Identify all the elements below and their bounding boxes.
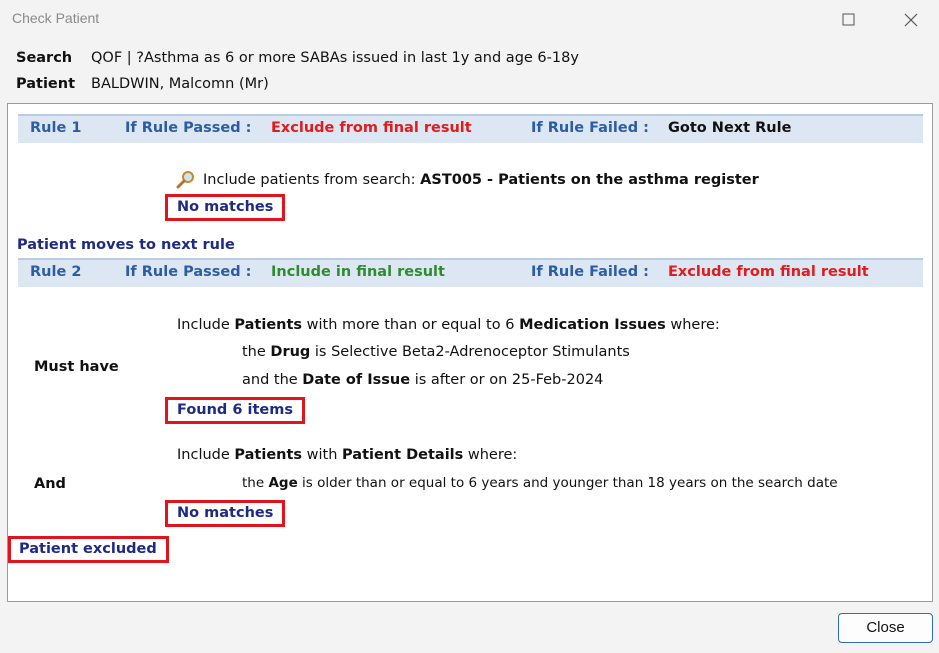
rule-1-header: Rule 1 If Rule Passed : Exclude from fin… <box>18 114 923 143</box>
rule-1-include-search: AST005 - Patients on the asthma register <box>420 172 759 188</box>
criterion-2-c1-field: Age <box>268 475 298 491</box>
rule-1-result: No matches <box>165 194 286 221</box>
window-title: Check Patient <box>12 10 100 26</box>
rule-2-failed-label: If Rule Failed : <box>531 264 649 280</box>
criterion-2-include: Include <box>177 447 230 463</box>
criterion-1-c2-and: and the <box>242 372 298 388</box>
minimize-button[interactable] <box>779 0 825 40</box>
criterion-2-result: No matches <box>165 500 286 527</box>
rule-1-failed-action: Goto Next Rule <box>668 120 792 136</box>
criterion-2-line-1: Include Patients with Patient Details wh… <box>177 447 517 463</box>
criterion-2-with: with <box>306 447 338 463</box>
criterion-1-c1-the: the <box>242 344 266 360</box>
search-icon <box>176 171 194 189</box>
rule-2-passed-label: If Rule Passed : <box>125 264 252 280</box>
search-header: Search QOF | ?Asthma as 6 or more SABAs … <box>0 40 939 100</box>
criterion-2-entity: Patient Details <box>342 447 464 463</box>
rule-1-include-prefix: Include patients from search: <box>203 172 416 188</box>
criterion-2-where: where: <box>467 447 518 463</box>
criterion-1-c2-op: is after or on 25-Feb-2024 <box>414 372 604 388</box>
rule-1-failed-label: If Rule Failed : <box>531 120 649 136</box>
search-label: Search <box>16 50 73 66</box>
criterion-2-c1-op: is older than or equal to 6 years and yo… <box>302 475 838 491</box>
criterion-1-line-3: and the Date of Issue is after or on 25-… <box>242 372 603 388</box>
minimize-icon <box>796 19 807 21</box>
criterion-1-c1-field: Drug <box>270 344 311 360</box>
rule-1-passed-action: Exclude from final result <box>271 120 472 136</box>
criterion-2-patients: Patients <box>234 447 303 463</box>
criterion-1-line-1: Include Patients with more than or equal… <box>177 317 720 333</box>
criterion-1-line-2: the Drug is Selective Beta2-Adrenoceptor… <box>242 344 630 360</box>
transition-status: Patient moves to next rule <box>17 237 235 253</box>
criterion-2-c1-the: the <box>242 475 265 491</box>
patient-value: BALDWIN, Malcomn (Mr) <box>91 76 269 92</box>
close-button[interactable]: Close <box>838 613 933 643</box>
criterion-2-side-label: And <box>34 476 66 492</box>
rule-2-passed-action: Include in final result <box>271 264 445 280</box>
close-icon <box>904 13 918 27</box>
rule-2-failed-action: Exclude from final result <box>668 264 869 280</box>
criterion-2-line-2: the Age is older than or equal to 6 year… <box>242 475 838 491</box>
final-status: Patient excluded <box>8 536 169 563</box>
rule-2-number: Rule 2 <box>30 264 82 280</box>
title-bar: Check Patient <box>0 0 939 40</box>
search-value: QOF | ?Asthma as 6 or more SABAs issued … <box>91 50 579 66</box>
criterion-1-where: where: <box>670 317 720 333</box>
rule-results-panel: Rule 1 If Rule Passed : Exclude from fin… <box>7 103 933 602</box>
criterion-1-c1-op: is Selective Beta2-Adrenoceptor Stimulan… <box>314 344 630 360</box>
criterion-1-side-label: Must have <box>34 359 119 375</box>
criterion-1-patients: Patients <box>234 317 303 333</box>
criterion-1-entity: Medication Issues <box>519 317 666 333</box>
criterion-1-with: with more than or equal to 6 <box>306 317 515 333</box>
rule-1-number: Rule 1 <box>30 120 82 136</box>
close-window-button[interactable] <box>887 0 933 40</box>
rule-2-header: Rule 2 If Rule Passed : Include in final… <box>18 258 923 287</box>
criterion-1-include: Include <box>177 317 230 333</box>
criterion-1-c2-field: Date of Issue <box>302 372 411 388</box>
maximize-button[interactable] <box>825 0 871 40</box>
rule-1-passed-label: If Rule Passed : <box>125 120 252 136</box>
patient-label: Patient <box>16 76 76 92</box>
maximize-icon <box>842 13 855 26</box>
criterion-1-result: Found 6 items <box>165 397 305 424</box>
rule-1-criterion: Include patients from search: AST005 - P… <box>203 172 759 188</box>
